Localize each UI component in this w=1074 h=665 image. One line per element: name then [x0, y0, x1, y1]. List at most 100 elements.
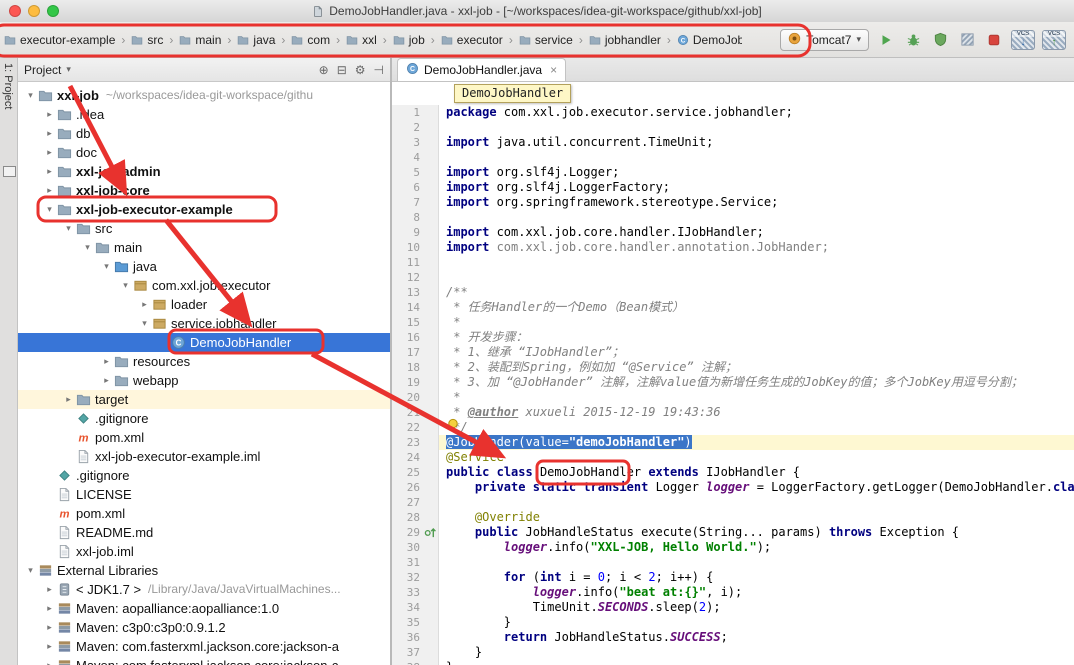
- chevron-expanded-icon[interactable]: ▾: [43, 200, 56, 219]
- code-line-37[interactable]: 37 }: [392, 645, 1074, 660]
- tree-item-license[interactable]: LICENSE: [18, 485, 390, 504]
- line-number[interactable]: 8: [392, 210, 426, 225]
- code-line-3[interactable]: 3import java.util.concurrent.TimeUnit;: [392, 135, 1074, 150]
- code-line-31[interactable]: 31: [392, 555, 1074, 570]
- code-line-36[interactable]: 36 return JobHandleStatus.SUCCESS;: [392, 630, 1074, 645]
- line-number[interactable]: 21: [392, 405, 426, 420]
- code-line-15[interactable]: 15 *: [392, 315, 1074, 330]
- tree-item-maven-com-fasterxml-jackson-core-jackson-a[interactable]: ▸Maven: com.fasterxml.jackson.core:jacks…: [18, 637, 390, 656]
- line-number[interactable]: 9: [392, 225, 426, 240]
- line-number[interactable]: 38: [392, 660, 426, 665]
- line-number[interactable]: 15: [392, 315, 426, 330]
- breadcrumb-item-main[interactable]: main: [177, 31, 223, 49]
- line-number[interactable]: 2: [392, 120, 426, 135]
- code-line-34[interactable]: 34 TimeUnit.SECONDS.sleep(2);: [392, 600, 1074, 615]
- code-line-32[interactable]: 32 for (int i = 0; i < 2; i++) {: [392, 570, 1074, 585]
- line-number[interactable]: 1: [392, 105, 426, 120]
- line-number[interactable]: 36: [392, 630, 426, 645]
- chevron-collapsed-icon[interactable]: ▸: [43, 105, 56, 124]
- tree-item-xxl-job-core[interactable]: ▸xxl-job-core: [18, 181, 390, 200]
- line-number[interactable]: 35: [392, 615, 426, 630]
- code-line-35[interactable]: 35 }: [392, 615, 1074, 630]
- line-number[interactable]: 33: [392, 585, 426, 600]
- vcs-update-button[interactable]: VCS ↓: [1011, 30, 1035, 50]
- code-line-11[interactable]: 11: [392, 255, 1074, 270]
- chevron-collapsed-icon[interactable]: ▸: [43, 143, 56, 162]
- tree-item-xxl-job-executor-example[interactable]: ▾xxl-job-executor-example: [18, 200, 390, 219]
- code-line-38[interactable]: 38}: [392, 660, 1074, 665]
- chevron-collapsed-icon[interactable]: ▸: [43, 181, 56, 200]
- code-area[interactable]: 1package com.xxl.job.executor.service.jo…: [392, 105, 1074, 665]
- breadcrumb-item-xxl[interactable]: xxl: [344, 31, 379, 49]
- tree-item--gitignore[interactable]: .gitignore: [18, 409, 390, 428]
- tree-item-main[interactable]: ▾main: [18, 238, 390, 257]
- chevron-expanded-icon[interactable]: ▾: [119, 276, 132, 295]
- chevron-expanded-icon[interactable]: ▾: [62, 219, 75, 238]
- collapse-all-icon[interactable]: ⊟: [337, 63, 347, 77]
- jobhandler-tag[interactable]: DemoJobHandler: [454, 84, 571, 103]
- line-number[interactable]: 20: [392, 390, 426, 405]
- line-number[interactable]: 31: [392, 555, 426, 570]
- run-config-select[interactable]: Tomcat7 ▾: [780, 29, 869, 51]
- breadcrumb-item-executor[interactable]: executor: [439, 31, 505, 49]
- tree-item-com-xxl-job-executor[interactable]: ▾com.xxl.job.executor: [18, 276, 390, 295]
- code-line-10[interactable]: 10import com.xxl.job.core.handler.annota…: [392, 240, 1074, 255]
- close-tab-icon[interactable]: ×: [550, 63, 557, 77]
- tree-item-src[interactable]: ▾src: [18, 219, 390, 238]
- code-line-5[interactable]: 5import org.slf4j.Logger;: [392, 165, 1074, 180]
- zoom-window-button[interactable]: [47, 5, 59, 17]
- breadcrumb-item-src[interactable]: src: [129, 31, 165, 49]
- line-number[interactable]: 27: [392, 495, 426, 510]
- line-number[interactable]: 37: [392, 645, 426, 660]
- tree-item-target[interactable]: ▸target: [18, 390, 390, 409]
- line-number[interactable]: 24: [392, 450, 426, 465]
- stop-button[interactable]: [984, 30, 1004, 50]
- code-line-21[interactable]: 21 * @author xuxueli 2015-12-19 19:43:36: [392, 405, 1074, 420]
- chevron-expanded-icon[interactable]: ▾: [138, 314, 151, 333]
- tree-item-resources[interactable]: ▸resources: [18, 352, 390, 371]
- line-number[interactable]: 22: [392, 420, 426, 435]
- coverage-button[interactable]: [930, 30, 950, 50]
- tree-item-xxl-job-iml[interactable]: xxl-job.iml: [18, 542, 390, 561]
- tree-item-external-libraries[interactable]: ▾External Libraries: [18, 561, 390, 580]
- line-number[interactable]: 7: [392, 195, 426, 210]
- tree-item-maven-c3p0-c3p0-0-9-1-2[interactable]: ▸Maven: c3p0:c3p0:0.9.1.2: [18, 618, 390, 637]
- chevron-collapsed-icon[interactable]: ▸: [43, 637, 56, 656]
- tree-item-xxl-job-executor-example-iml[interactable]: xxl-job-executor-example.iml: [18, 447, 390, 466]
- chevron-expanded-icon[interactable]: ▾: [81, 238, 94, 257]
- code-line-25[interactable]: 25public class DemoJobHandler extends IJ…: [392, 465, 1074, 480]
- code-line-1[interactable]: 1package com.xxl.job.executor.service.jo…: [392, 105, 1074, 120]
- chevron-collapsed-icon[interactable]: ▸: [100, 371, 113, 390]
- tree-item-loader[interactable]: ▸loader: [18, 295, 390, 314]
- tree-item-service-jobhandler[interactable]: ▾service.jobhandler: [18, 314, 390, 333]
- code-line-28[interactable]: 28 @Override: [392, 510, 1074, 525]
- chevron-collapsed-icon[interactable]: ▸: [43, 124, 56, 143]
- code-line-30[interactable]: 30 logger.info("XXL-JOB, Hello World.");: [392, 540, 1074, 555]
- tree-item-maven-com-fasterxml-jackson-core-jackson-c[interactable]: ▸Maven: com.fasterxml.jackson.core:jacks…: [18, 656, 390, 665]
- code-line-4[interactable]: 4: [392, 150, 1074, 165]
- chevron-expanded-icon[interactable]: ▾: [100, 257, 113, 276]
- intention-bulb-icon[interactable]: [446, 418, 460, 432]
- code-line-12[interactable]: 12: [392, 270, 1074, 285]
- line-number[interactable]: 17: [392, 345, 426, 360]
- code-line-33[interactable]: 33 logger.info("beat at:{}", i);: [392, 585, 1074, 600]
- breadcrumb-item-jobhandler[interactable]: jobhandler: [587, 31, 663, 49]
- line-number[interactable]: 5: [392, 165, 426, 180]
- breadcrumb-item-job[interactable]: job: [391, 31, 427, 49]
- chevron-collapsed-icon[interactable]: ▸: [43, 580, 56, 599]
- chevron-collapsed-icon[interactable]: ▸: [62, 390, 75, 409]
- code-line-16[interactable]: 16 * 开发步骤：: [392, 330, 1074, 345]
- chevron-expanded-icon[interactable]: ▾: [24, 86, 37, 105]
- code-line-7[interactable]: 7import org.springframework.stereotype.S…: [392, 195, 1074, 210]
- tree-item-java[interactable]: ▾java: [18, 257, 390, 276]
- override-marker-icon[interactable]: [426, 525, 439, 540]
- tree-item-pom-xml[interactable]: mpom.xml: [18, 428, 390, 447]
- chevron-collapsed-icon[interactable]: ▸: [138, 295, 151, 314]
- line-number[interactable]: 25: [392, 465, 426, 480]
- chevron-collapsed-icon[interactable]: ▸: [43, 656, 56, 665]
- code-line-23[interactable]: 23@JobHander(value="demoJobHandler"): [392, 435, 1074, 450]
- tree-item-db[interactable]: ▸db: [18, 124, 390, 143]
- code-line-24[interactable]: 24@Service: [392, 450, 1074, 465]
- code-line-8[interactable]: 8: [392, 210, 1074, 225]
- chevron-collapsed-icon[interactable]: ▸: [43, 599, 56, 618]
